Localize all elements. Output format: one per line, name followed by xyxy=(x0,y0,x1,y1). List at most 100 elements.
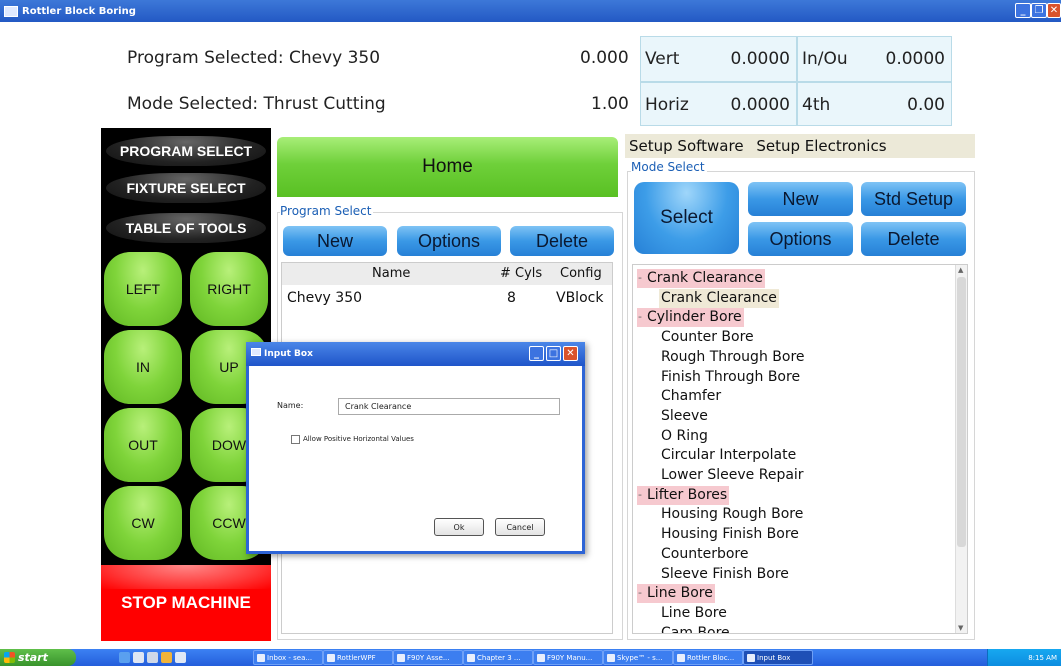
tree-item[interactable]: Line Bore xyxy=(661,604,727,623)
cancel-button[interactable]: Cancel xyxy=(495,518,545,536)
jog-cw-button[interactable]: CW xyxy=(104,486,182,560)
program-select-label: Program Select xyxy=(280,204,374,218)
dialog-close-icon[interactable]: ✕ xyxy=(563,346,578,361)
column-header-config[interactable]: Config xyxy=(560,266,602,281)
inout-readout: In/Ou 0.0000 xyxy=(797,36,952,82)
tree-item[interactable]: Chamfer xyxy=(661,387,721,406)
name-input[interactable]: Crank Clearance xyxy=(338,398,560,415)
tree-item[interactable]: Counter Bore xyxy=(661,328,754,347)
tree-group-node[interactable]: Cylinder Bore xyxy=(637,307,744,328)
stop-machine-button[interactable]: STOP MACHINE xyxy=(101,565,271,641)
mode-tree[interactable]: ▲ ▼ Crank ClearanceCrank ClearanceCylind… xyxy=(632,264,968,634)
taskbar-task[interactable]: Rottler Bloc... xyxy=(673,650,743,665)
column-header-cyls[interactable]: # Cyls xyxy=(500,266,542,281)
restore-icon[interactable]: ❐ xyxy=(1031,3,1047,18)
home-button[interactable]: Home xyxy=(277,137,618,197)
mode-delete-button[interactable]: Delete xyxy=(861,222,966,256)
program-options-button[interactable]: Options xyxy=(397,226,501,256)
allow-positive-horizontal-checkbox[interactable] xyxy=(291,435,300,444)
ie-icon[interactable] xyxy=(119,652,130,663)
taskbar-task[interactable]: RottlerWPF xyxy=(323,650,393,665)
dialog-body: Name: Crank Clearance Allow Positive Hor… xyxy=(249,366,582,551)
tab-setup-software[interactable]: Setup Software xyxy=(629,137,744,155)
taskbar-task[interactable]: Skype™ - s... xyxy=(603,650,673,665)
taskbar-task[interactable]: F90Y Manu... xyxy=(533,650,603,665)
task-label: F90Y Asse... xyxy=(407,653,450,662)
task-app-icon xyxy=(397,654,405,662)
mode-select-button[interactable]: Select xyxy=(634,182,739,254)
std-setup-button[interactable]: Std Setup xyxy=(861,182,966,216)
quicklaunch-icon-3[interactable] xyxy=(147,652,158,663)
mode-options-button[interactable]: Options xyxy=(748,222,853,256)
tree-item[interactable]: Rough Through Bore xyxy=(661,348,805,367)
mode-selected-text: Mode Selected: Thrust Cutting xyxy=(127,94,386,114)
setup-tabs: Setup Software Setup Electronics xyxy=(625,134,975,158)
tree-item[interactable]: Lower Sleeve Repair xyxy=(661,466,804,485)
dialog-minimize-icon[interactable]: _ xyxy=(529,346,544,361)
ok-button[interactable]: Ok xyxy=(434,518,484,536)
horiz-readout: Horiz 0.0000 xyxy=(640,82,797,126)
mode-new-button[interactable]: New xyxy=(748,182,853,216)
tree-group-node[interactable]: Line Bore xyxy=(637,583,715,604)
fixture-select-button[interactable]: FIXTURE SELECT xyxy=(106,173,266,203)
scroll-up-icon[interactable]: ▲ xyxy=(958,266,963,274)
quicklaunch-icon-5[interactable] xyxy=(175,652,186,663)
jog-right-button[interactable]: RIGHT xyxy=(190,252,268,326)
tree-item[interactable]: Housing Rough Bore xyxy=(661,505,803,524)
tree-item[interactable]: Circular Interpolate xyxy=(661,446,796,465)
close-icon[interactable]: ✕ xyxy=(1047,3,1061,18)
tree-item[interactable]: Sleeve xyxy=(661,407,708,426)
dialog-maximize-icon[interactable]: □ xyxy=(546,346,561,361)
scroll-down-icon[interactable]: ▼ xyxy=(958,624,963,632)
taskbar-task[interactable]: Chapter 3 ... xyxy=(463,650,533,665)
cell-name: Chevy 350 xyxy=(287,290,363,306)
tree-item[interactable]: Sleeve Finish Bore xyxy=(661,565,789,584)
tree-group-node[interactable]: Crank Clearance xyxy=(637,268,765,288)
task-label: RottlerWPF xyxy=(337,653,376,662)
program-selected-text: Program Selected: Chevy 350 xyxy=(127,48,381,68)
tree-scrollbar[interactable]: ▲ ▼ xyxy=(955,265,967,633)
jog-in-button[interactable]: IN xyxy=(104,330,182,404)
tree-item[interactable]: Cam Bore xyxy=(661,624,730,633)
table-row[interactable]: Chevy 350 8 VBlock xyxy=(282,287,612,307)
task-label: Skype™ - s... xyxy=(617,653,663,662)
name-label: Name: xyxy=(277,401,304,410)
quicklaunch-icon-4[interactable] xyxy=(161,652,172,663)
table-of-tools-button[interactable]: TABLE OF TOOLS xyxy=(106,213,266,243)
program-select-button[interactable]: PROGRAM SELECT xyxy=(106,136,266,166)
tree-item[interactable]: Finish Through Bore xyxy=(661,368,800,387)
start-button[interactable]: start xyxy=(0,649,76,666)
allow-positive-horizontal-label: Allow Positive Horizontal Values xyxy=(303,435,414,443)
column-header-name[interactable]: Name xyxy=(372,266,410,281)
task-app-icon xyxy=(257,654,265,662)
cell-config: VBlock xyxy=(556,290,604,306)
task-label: Input Box xyxy=(757,653,791,662)
scroll-thumb[interactable] xyxy=(957,277,966,547)
tree-item[interactable]: Crank Clearance xyxy=(659,288,779,308)
taskbar-task[interactable]: F90Y Asse... xyxy=(393,650,463,665)
jog-left-button[interactable]: LEFT xyxy=(104,252,182,326)
quicklaunch-icon-2[interactable] xyxy=(133,652,144,663)
header-value-2: 1.00 xyxy=(591,94,629,114)
jog-out-button[interactable]: OUT xyxy=(104,408,182,482)
taskbar-task[interactable]: Input Box xyxy=(743,650,813,665)
tree-item[interactable]: Housing Finish Bore xyxy=(661,525,799,544)
vert-readout: Vert 0.0000 xyxy=(640,36,797,82)
program-new-button[interactable]: New xyxy=(283,226,387,256)
program-delete-button[interactable]: Delete xyxy=(510,226,614,256)
app-icon xyxy=(4,5,18,17)
dialog-title: Input Box xyxy=(264,349,313,359)
taskbar-task[interactable]: Inbox - sea... xyxy=(253,650,323,665)
task-label: Chapter 3 ... xyxy=(477,653,521,662)
tree-group-node[interactable]: Lifter Bores xyxy=(637,485,730,505)
window-titlebar: Rottler Block Boring _ ❐ ✕ xyxy=(0,0,1061,22)
minimize-icon[interactable]: _ xyxy=(1015,3,1031,18)
tree-item[interactable]: O Ring xyxy=(661,427,708,446)
tab-setup-electronics[interactable]: Setup Electronics xyxy=(756,137,886,155)
dialog-titlebar: Input Box _ □ ✕ xyxy=(246,342,585,366)
table-header: Name # Cyls Config xyxy=(282,263,612,285)
task-app-icon xyxy=(327,654,335,662)
tree-item[interactable]: Counterbore xyxy=(661,545,748,564)
windows-flag-icon xyxy=(4,652,15,663)
task-app-icon xyxy=(677,654,685,662)
